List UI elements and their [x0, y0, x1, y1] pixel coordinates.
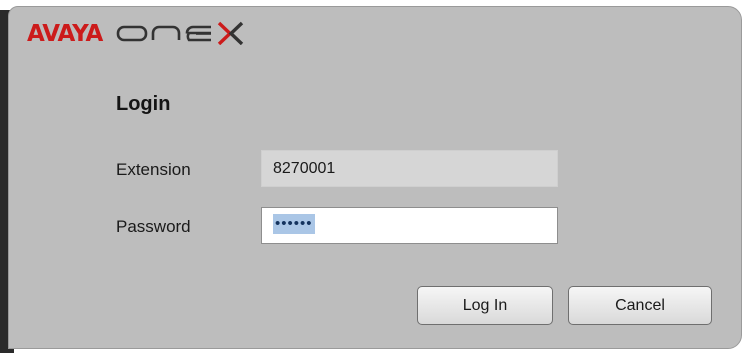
login-button[interactable]: Log In — [417, 286, 553, 325]
logo-avaya-text: AVAYA — [27, 21, 103, 47]
onex-wordmark-icon — [117, 21, 244, 45]
password-label: Password — [116, 217, 191, 236]
logo-onex-text — [116, 17, 246, 52]
password-masked-value: •••••• — [273, 214, 315, 235]
extension-label: Extension — [116, 160, 191, 179]
login-title: Login — [116, 93, 171, 115]
avaya-onex-logo: AVAYA — [27, 19, 246, 49]
cancel-button[interactable]: Cancel — [568, 286, 712, 325]
extension-field[interactable]: 8270001 — [261, 150, 558, 187]
screen: AVAYA Login Extension 8270001 Password •… — [0, 0, 746, 353]
password-field[interactable]: •••••• — [261, 207, 558, 244]
